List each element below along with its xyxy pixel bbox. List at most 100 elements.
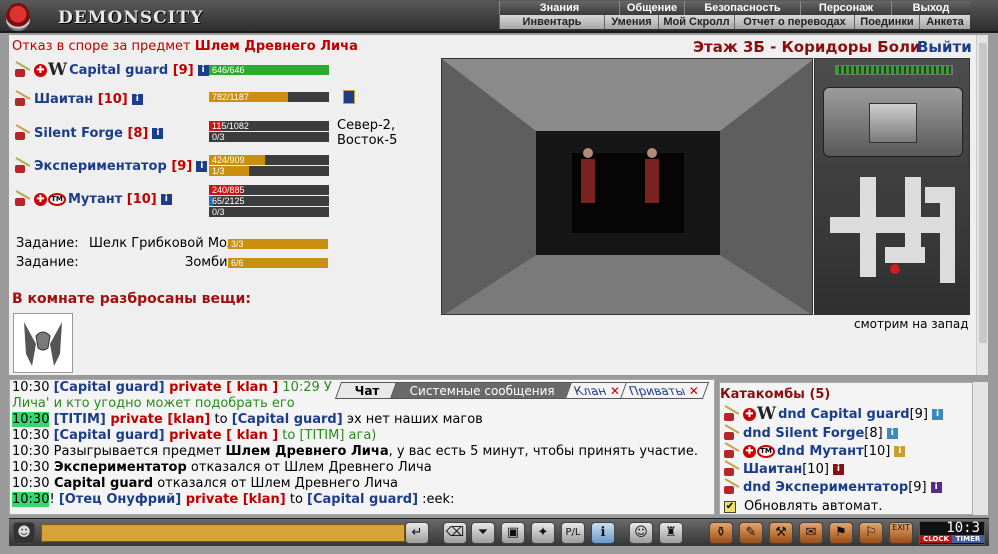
auto-update-row[interactable]: ✔ Обновлять автомат. [724,499,883,514]
tab-system[interactable]: Системные сообщения [389,382,575,399]
menu-duels[interactable]: Поединки [854,15,919,29]
save-icon[interactable]: ▣ [501,522,525,544]
timer-bar [835,65,953,75]
dispute-item[interactable]: Шлем Древнего Лича [195,39,358,54]
sword-icon [723,480,741,494]
room-entry[interactable]: dnd Silent Forge [8] i [723,424,898,442]
potion-icon[interactable]: ⚱ [709,522,733,544]
hp-bar: 646/646 [209,65,329,75]
main-scrollbar[interactable] [976,35,988,375]
inventory-icon[interactable]: ⚒ [769,522,793,544]
sword-icon [723,426,741,440]
flag-icon[interactable]: ⚐ [859,522,883,544]
menu-my-scroll[interactable]: Мой Скролл [658,15,734,29]
filter-icon[interactable]: ⏷ [471,522,495,544]
helmet-icon [24,322,62,366]
player-row[interactable]: ✚ TM Мутант [10] i [14,189,172,209]
player-name[interactable]: Экспериментатор [34,159,167,174]
book-icon[interactable]: ⚑ [829,522,853,544]
cross-icon: ✚ [34,192,47,206]
info-icon[interactable]: i [197,64,209,76]
translit-icon[interactable]: ℹ [591,522,615,544]
sword-icon [14,192,32,206]
info-icon: i [894,445,906,457]
item-slot[interactable] [13,313,73,373]
menu-transfers-report[interactable]: Отчет о переводах [734,15,854,29]
player-name[interactable]: Шаитан [34,92,93,107]
menu-inventory[interactable]: Инвентарь [499,15,604,29]
dungeon-view[interactable] [441,58,813,315]
chat-line: 10:30 Разыгрывается предмет Шлем Древнег… [12,444,698,459]
menu-communication[interactable]: Общение [619,1,684,15]
player-marker-icon [890,264,900,274]
exit-icon[interactable]: EXIT [889,522,913,544]
info-icon[interactable]: i [160,193,172,205]
player-name[interactable]: Capital guard [69,63,168,78]
chat-tabs: Чат Системные сообщения Клан ✕ Приваты ✕ [334,382,710,399]
menu-profile[interactable]: Анкета [919,15,970,29]
send-icon[interactable]: ↵ [405,522,429,544]
clock-label[interactable]: CLOCK [920,535,952,543]
menu-security[interactable]: Безопасность [684,1,800,15]
menu-skills[interactable]: Умения [604,15,658,29]
info-icon[interactable]: i [152,127,164,139]
room-entry[interactable]: dnd Экспериментатор [9] i [723,478,942,496]
info-icon: i [930,481,942,493]
chat-line: 10:30 [TITIM] private [klan] to [Capital… [12,412,483,427]
map-grid[interactable] [825,177,965,287]
fight-icon[interactable]: ✦ [531,522,555,544]
menu-knowledge[interactable]: Знания [499,1,619,15]
emoticon-icon[interactable]: ☺ [629,522,653,544]
sword-icon [14,126,32,140]
tab-privates[interactable]: Приваты ✕ [619,382,710,399]
coordinates-note: Север-2, Восток-5 [337,118,398,148]
player-row[interactable]: ✚ W Capital guard [9] i [14,60,209,80]
room-entry[interactable]: ✚ TM dnd Мутант [10] i [723,442,906,460]
top-bar: DEMONSCITY Знания Общение Безопасность П… [0,0,998,33]
menu-character[interactable]: Персонаж [800,1,891,15]
action-bar: 1/3 [209,166,329,176]
room-entry[interactable]: ✚ Wdnd Capital guard [9] i [723,404,944,424]
mail-icon[interactable]: ✉ [799,522,823,544]
hp-bar: 424/909 [209,155,329,165]
checkbox-icon[interactable]: ✔ [724,500,736,513]
mana-bar: 65/2125 [209,196,329,206]
chat-line: 10:30! [Отец Онуфрий] private [klan] to … [12,492,455,507]
sword-icon [723,462,741,476]
room-scrollbar[interactable] [973,382,988,515]
tm-icon: TM [48,192,66,206]
location-title: Этаж 3Б - Коридоры Боли [693,38,921,56]
room-entry[interactable]: Шаитан [10] i [723,460,844,478]
tm-icon: TM [757,444,775,458]
main-menu: Знания Общение Безопасность Персонаж Вых… [499,1,970,15]
compass-control[interactable] [823,87,963,157]
player-name[interactable]: Silent Forge [34,126,123,141]
task-name: Зомби [185,255,228,270]
chat-input[interactable] [41,524,405,542]
sword-icon [14,63,32,77]
player-row[interactable]: Экспериментатор [9] i [14,156,208,176]
room-list: Катакомбы (5) ✚ Wdnd Capital guard [9] i dn… [719,382,973,515]
smiley-menu-icon[interactable]: ☻ [13,522,35,544]
sword-icon [723,407,741,421]
sword-icon [723,444,741,458]
eraser-icon[interactable]: ⌫ [443,522,467,544]
hp-bar: 240/885 [209,185,329,195]
sword-icon [14,159,32,173]
player-row[interactable]: Silent Forge [8] i [14,123,164,143]
exit-link[interactable]: Выйти [917,38,972,56]
pl-icon[interactable]: P/L [561,522,585,544]
task-progress: 3/3 [228,239,328,249]
info-icon[interactable]: i [196,160,208,172]
info-icon: i [932,408,944,420]
info-icon[interactable]: i [131,93,143,105]
player-name[interactable]: Мутант [68,192,122,207]
action-bar: 0/3 [209,132,329,142]
scroll-icon[interactable]: ✎ [739,522,763,544]
player-row[interactable]: Шаитан [10] i [14,89,143,109]
helmet-button-icon[interactable]: ♜ [659,522,683,544]
minimap-panel [814,58,970,315]
timer-label[interactable]: TIMER [952,535,984,543]
hp-bar: 115/1082 [209,121,329,131]
menu-exit[interactable]: Выход [891,1,970,15]
